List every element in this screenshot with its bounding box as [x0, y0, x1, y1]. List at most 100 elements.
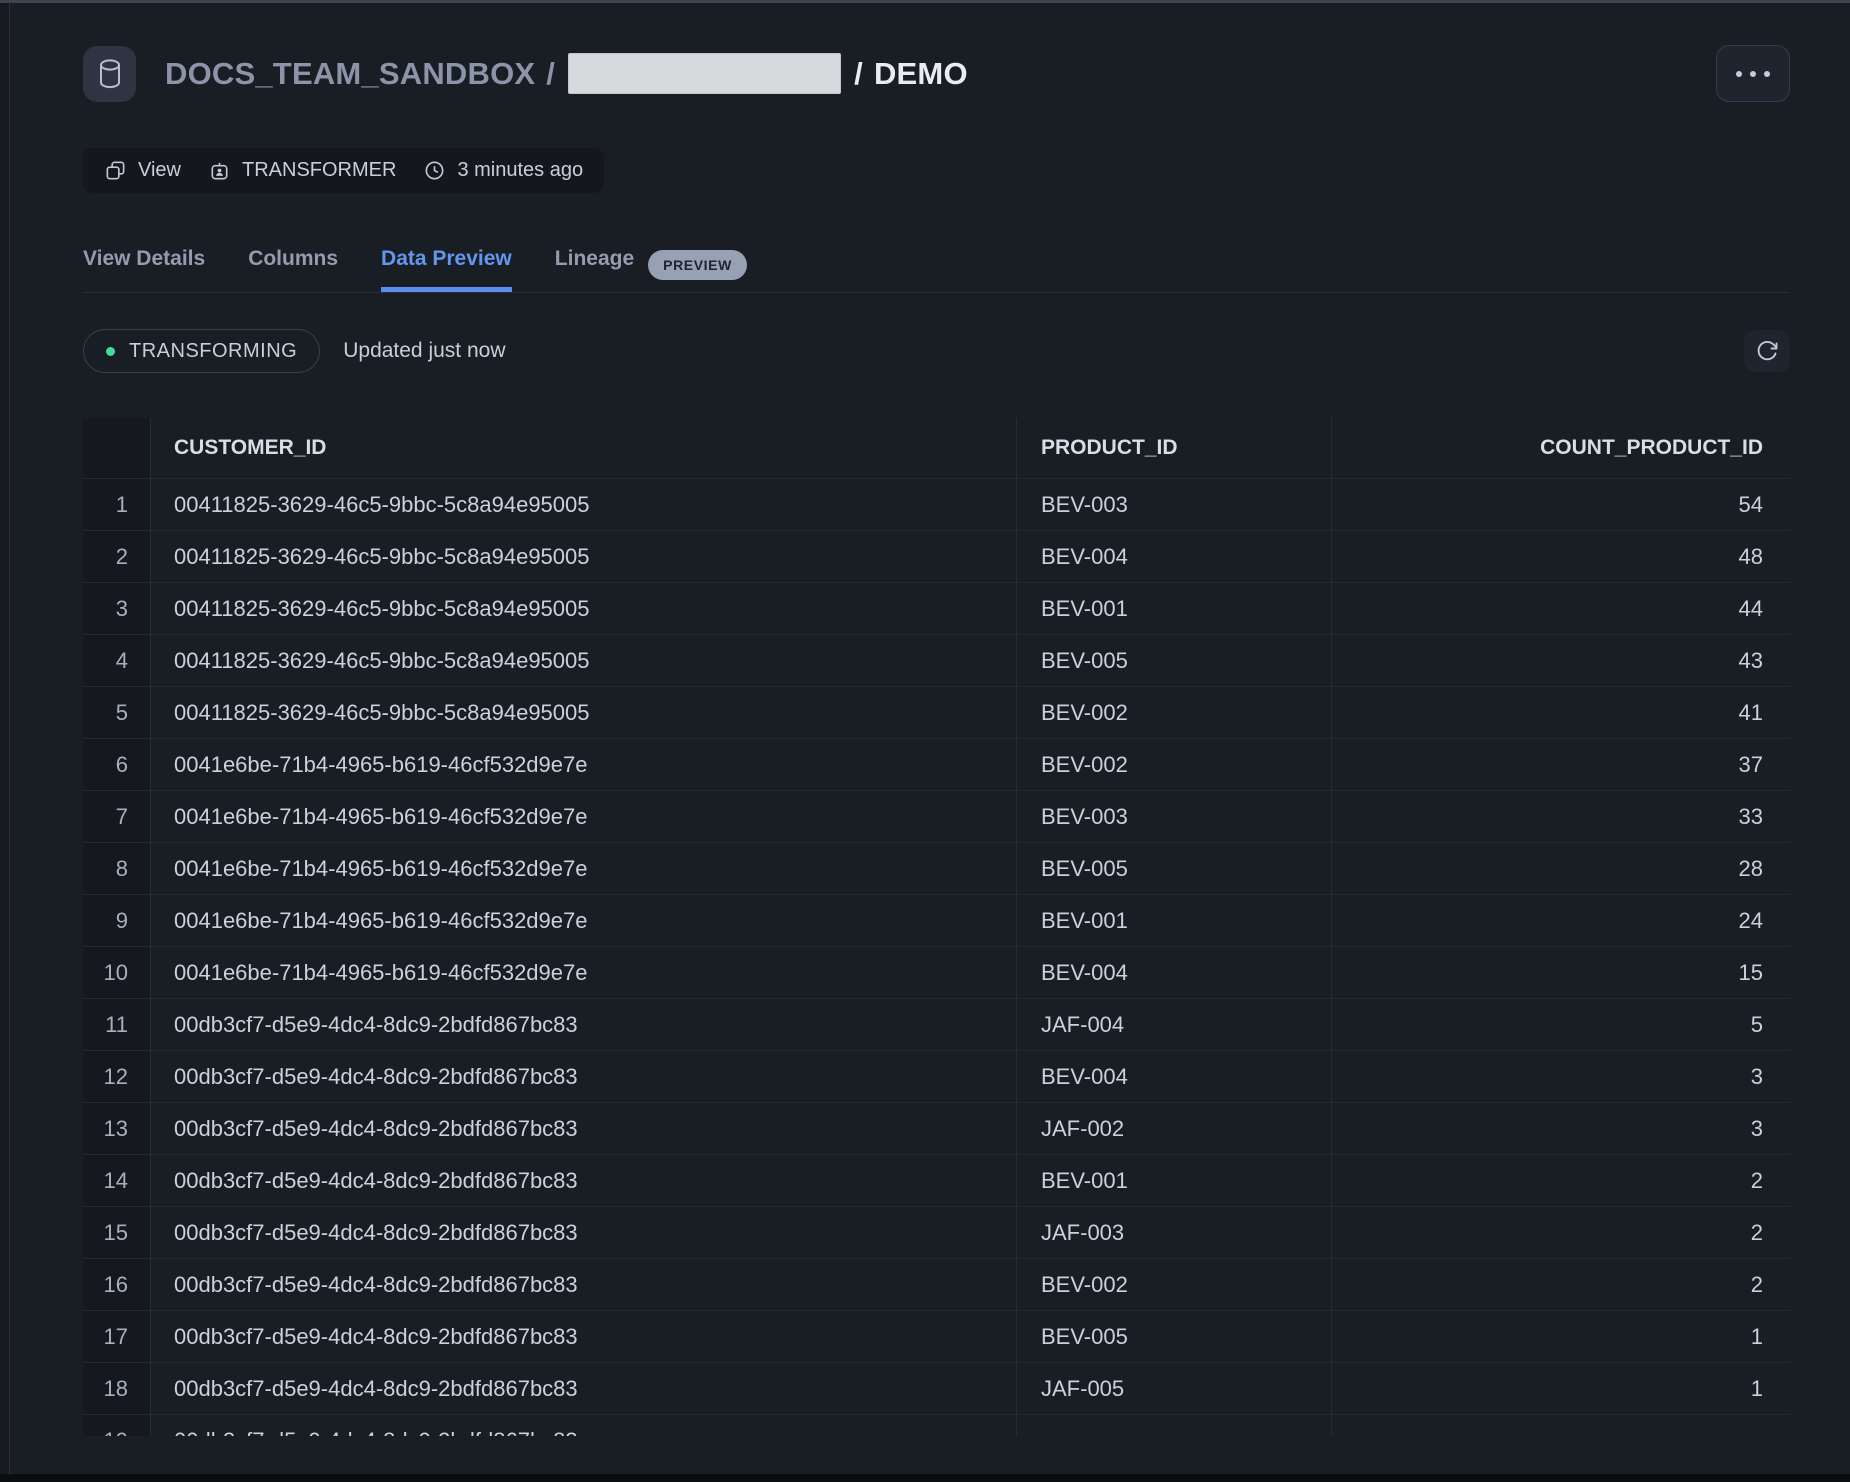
- table-row: 11 00db3cf7-d5e9-4dc4-8dc9-2bdfd867bc83 …: [83, 998, 1790, 1050]
- table-row: 15 00db3cf7-d5e9-4dc4-8dc9-2bdfd867bc83 …: [83, 1206, 1790, 1258]
- object-tabs: View Details Columns Data Preview Lineag…: [83, 247, 1790, 293]
- cell-product-id: BEV-001: [1016, 895, 1331, 946]
- row-index: 15: [83, 1207, 150, 1258]
- table-row: 9 0041e6be-71b4-4965-b619-46cf532d9e7e B…: [83, 894, 1790, 946]
- row-index: 10: [83, 947, 150, 998]
- object-role-badge: TRANSFORMER: [208, 159, 396, 182]
- status-badge: TRANSFORMING: [83, 329, 320, 373]
- column-header-product-id: PRODUCT_ID: [1016, 418, 1331, 478]
- cell-customer-id: 00411825-3629-46c5-9bbc-5c8a94e95005: [150, 479, 1016, 530]
- table-row: 12 00db3cf7-d5e9-4dc4-8dc9-2bdfd867bc83 …: [83, 1050, 1790, 1102]
- preview-status-row: TRANSFORMING Updated just now: [83, 329, 1790, 373]
- cell-product-id: BEV-001: [1016, 583, 1331, 634]
- cell-customer-id: 00411825-3629-46c5-9bbc-5c8a94e95005: [150, 531, 1016, 582]
- table-row: 5 00411825-3629-46c5-9bbc-5c8a94e95005 B…: [83, 686, 1790, 738]
- id-badge-icon: [208, 159, 231, 182]
- row-index: 2: [83, 531, 150, 582]
- tab-view-details[interactable]: View Details: [83, 247, 205, 292]
- more-actions-button[interactable]: [1716, 45, 1790, 102]
- table-row: 2 00411825-3629-46c5-9bbc-5c8a94e95005 B…: [83, 530, 1790, 582]
- cell-count-product-id: 3: [1331, 1051, 1790, 1102]
- row-index: 6: [83, 739, 150, 790]
- cell-customer-id: 00db3cf7-d5e9-4dc4-8dc9-2bdfd867bc83: [150, 1311, 1016, 1362]
- cell-count-product-id: 41: [1331, 687, 1790, 738]
- breadcrumb-separator-2: /: [854, 56, 863, 92]
- cell-count-product-id: 37: [1331, 739, 1790, 790]
- cell-count-product-id: 28: [1331, 843, 1790, 894]
- cell-product-id: JAF-003: [1016, 1207, 1331, 1258]
- cell-customer-id: 00411825-3629-46c5-9bbc-5c8a94e95005: [150, 635, 1016, 686]
- window-left-rail: [0, 3, 10, 1482]
- database-object-tile: [83, 46, 136, 102]
- breadcrumb-object: DEMO: [874, 56, 968, 92]
- tab-data-preview[interactable]: Data Preview: [381, 247, 512, 292]
- object-type-label: View: [138, 159, 181, 182]
- cell-product-id: BEV-005: [1016, 843, 1331, 894]
- status-label: TRANSFORMING: [129, 340, 297, 363]
- cell-customer-id: 0041e6be-71b4-4965-b619-46cf532d9e7e: [150, 791, 1016, 842]
- row-index: 9: [83, 895, 150, 946]
- data-preview-page: DOCS_TEAM_SANDBOX / / DEMO: [0, 0, 1850, 1482]
- row-index: 13: [83, 1103, 150, 1154]
- cell-product-id: BEV-002: [1016, 739, 1331, 790]
- object-age-label: 3 minutes ago: [457, 159, 583, 182]
- cell-customer-id: 00db3cf7-d5e9-4dc4-8dc9-2bdfd867bc83: [150, 1259, 1016, 1310]
- cell-count-product-id: 1: [1331, 1363, 1790, 1414]
- cell-product-id: JAF-005: [1016, 1363, 1331, 1414]
- row-index: 14: [83, 1155, 150, 1206]
- cell-product-id: JAF-002: [1016, 1103, 1331, 1154]
- table-row: 14 00db3cf7-d5e9-4dc4-8dc9-2bdfd867bc83 …: [83, 1154, 1790, 1206]
- breadcrumb-separator: /: [546, 56, 555, 92]
- cell-product-id: BEV-004: [1016, 1051, 1331, 1102]
- cell-product-id: BEV-005: [1016, 1311, 1331, 1362]
- tab-lineage[interactable]: Lineage: [555, 247, 634, 292]
- status-dot-icon: [106, 347, 115, 356]
- refresh-button[interactable]: [1744, 330, 1790, 372]
- redacted-schema-name: [568, 53, 841, 94]
- cell-product-id: BEV-004: [1016, 947, 1331, 998]
- table-body: 1 00411825-3629-46c5-9bbc-5c8a94e95005 B…: [83, 478, 1790, 1436]
- database-icon: [96, 58, 124, 90]
- cell-count-product-id: 48: [1331, 531, 1790, 582]
- object-header: DOCS_TEAM_SANDBOX / / DEMO: [83, 45, 1790, 102]
- page-title: DOCS_TEAM_SANDBOX / / DEMO: [165, 53, 968, 94]
- window-bottom-edge: [0, 1474, 1850, 1482]
- cell-customer-id: 0041e6be-71b4-4965-b619-46cf532d9e7e: [150, 843, 1016, 894]
- cell-count-product-id: 2: [1331, 1259, 1790, 1310]
- cell-count-product-id: 24: [1331, 895, 1790, 946]
- row-index: 1: [83, 479, 150, 530]
- table-row: 7 0041e6be-71b4-4965-b619-46cf532d9e7e B…: [83, 790, 1790, 842]
- row-index: 3: [83, 583, 150, 634]
- object-age-badge: 3 minutes ago: [423, 159, 583, 182]
- cell-count-product-id: 2: [1331, 1207, 1790, 1258]
- row-index: 17: [83, 1311, 150, 1362]
- cell-product-id: BEV-002: [1016, 687, 1331, 738]
- breadcrumb-database: DOCS_TEAM_SANDBOX: [165, 56, 535, 92]
- cell-count-product-id: 54: [1331, 479, 1790, 530]
- row-index: 7: [83, 791, 150, 842]
- table-row: 6 0041e6be-71b4-4965-b619-46cf532d9e7e B…: [83, 738, 1790, 790]
- data-preview-table[interactable]: CUSTOMER_ID PRODUCT_ID COUNT_PRODUCT_ID …: [83, 418, 1790, 1436]
- cell-customer-id: 0041e6be-71b4-4965-b619-46cf532d9e7e: [150, 739, 1016, 790]
- column-header-count-product-id: COUNT_PRODUCT_ID: [1331, 418, 1790, 478]
- cell-customer-id: 00db3cf7-d5e9-4dc4-8dc9-2bdfd867bc83: [150, 1155, 1016, 1206]
- object-meta-badges: View TRANSFORMER: [83, 148, 604, 193]
- cell-customer-id: 0041e6be-71b4-4965-b619-46cf532d9e7e: [150, 947, 1016, 998]
- object-role-label: TRANSFORMER: [242, 159, 396, 182]
- cell-count-product-id: 3: [1331, 1103, 1790, 1154]
- row-index: 11: [83, 999, 150, 1050]
- row-index: 12: [83, 1051, 150, 1102]
- tab-columns[interactable]: Columns: [248, 247, 338, 292]
- cell-product-id: BEV-002: [1016, 1259, 1331, 1310]
- row-index: 16: [83, 1259, 150, 1310]
- cell-customer-id: 00db3cf7-d5e9-4dc4-8dc9-2bdfd867bc83: [150, 1415, 1016, 1436]
- table-row: 1 00411825-3629-46c5-9bbc-5c8a94e95005 B…: [83, 478, 1790, 530]
- cell-count-product-id: 44: [1331, 583, 1790, 634]
- cell-product-id: BEV-001: [1016, 1155, 1331, 1206]
- row-index: 18: [83, 1363, 150, 1414]
- refresh-icon: [1755, 339, 1779, 363]
- row-index: 4: [83, 635, 150, 686]
- cell-count-product-id: 43: [1331, 635, 1790, 686]
- cell-product-id: BEV-003: [1016, 791, 1331, 842]
- object-type-badge: View: [104, 159, 181, 182]
